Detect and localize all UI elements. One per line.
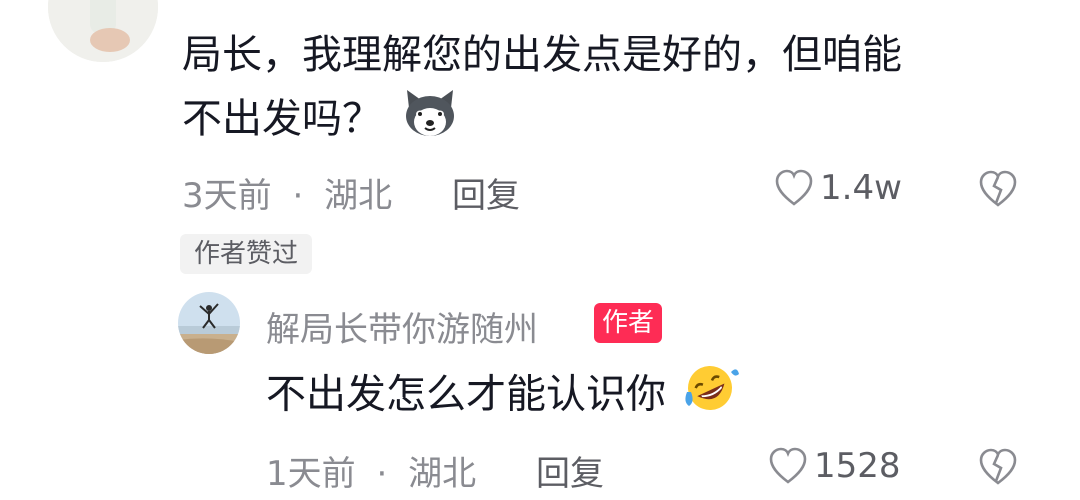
reply-text: 不出发怎么才能认识你 [266, 371, 666, 418]
comment-body: 局长，我理解您的出发点是好的，但咱能 不出发吗？ [182, 24, 1022, 156]
comment-location: 湖北 [324, 176, 393, 216]
reply-body: 不出发怎么才能认识你 [266, 362, 739, 431]
avatar-image [48, 0, 158, 62]
comment-meta: 3天前 · 湖北 [182, 168, 392, 217]
reply-button[interactable]: 回复 [452, 168, 520, 217]
broken-heart-icon [979, 170, 1017, 207]
author-tag: 作者 [594, 303, 663, 343]
meta-separator: · [376, 454, 388, 494]
comment-text-line2-row: 不出发吗？ [182, 86, 1022, 156]
rofl-emoji-icon [681, 362, 739, 431]
commenter-avatar[interactable] [48, 0, 158, 62]
reply-username[interactable]: 解局长带你游随州 [266, 302, 538, 351]
reply-like-button[interactable]: 1528 [768, 446, 901, 486]
reply-avatar[interactable] [178, 292, 240, 354]
comment-text-line1: 局长，我理解您的出发点是好的，但咱能 [182, 32, 902, 78]
reply-meta: 1天前 · 湖北 [266, 446, 476, 495]
comment-text-line2: 不出发吗？ [182, 96, 382, 142]
heart-outline-icon [775, 169, 813, 206]
comment-like-button[interactable]: 1.4w [774, 168, 902, 208]
reply-like-count: 1528 [814, 446, 901, 486]
reply-reply-button[interactable]: 回复 [536, 446, 604, 495]
comment-time: 3天前 [182, 176, 272, 216]
comment-dislike-button[interactable] [978, 170, 1018, 212]
reply-dislike-button[interactable] [978, 448, 1018, 490]
comment-like-count: 1.4w [820, 168, 902, 208]
heart-outline-icon [769, 447, 807, 484]
dog-emoji-icon [401, 86, 459, 156]
broken-heart-icon [979, 448, 1017, 485]
reply-time: 1天前 [266, 454, 356, 494]
meta-separator: · [292, 176, 304, 216]
reply-location: 湖北 [408, 454, 477, 494]
avatar-image [178, 292, 240, 354]
author-liked-badge: 作者赞过 [180, 234, 313, 274]
